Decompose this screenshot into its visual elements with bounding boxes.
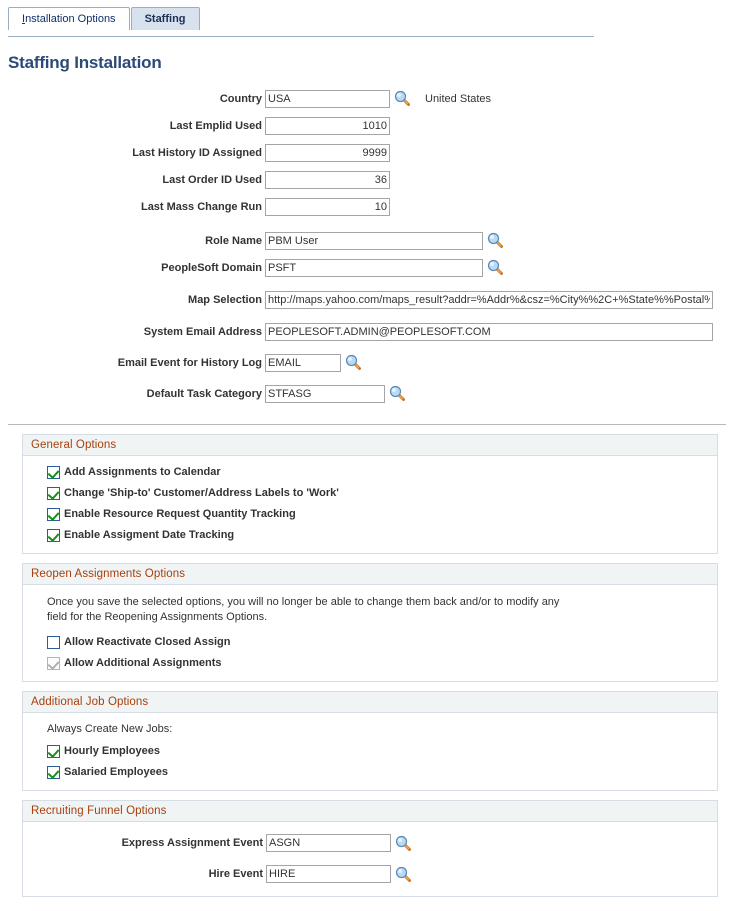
reopen-assignments-note: Once you save the selected options, you … [47,596,560,623]
default-task-category-input[interactable] [265,384,385,403]
country-input[interactable] [265,89,390,108]
checkbox-allow-reactivate-closed-assign[interactable] [47,635,60,649]
checkbox-label-enable-assigment-date-tracking: Enable Assigment Date Tracking [64,529,235,541]
field-label-hire-event: Hire Event [208,868,263,880]
lookup-magnifier-icon[interactable] [487,259,504,276]
field-row-peoplesoft-domain: PeopleSoft Domain [0,254,734,281]
checkbox-label-hourly-employees: Hourly Employees [64,745,160,757]
field-row-role-name: Role Name [0,227,734,254]
checkbox-row-allow-reactivate-closed-assign[interactable]: Allow Reactivate Closed Assign [47,634,717,650]
group-body-reopen-assignments-options: Once you save the selected options, you … [23,585,717,681]
checkbox-label-enable-resource-request-quantity-tracking: Enable Resource Request Quantity Trackin… [64,508,296,520]
field-label-country: Country [219,92,262,105]
page-title: Staffing Installation [8,53,162,72]
checkbox-enable-resource-request-quantity-tracking[interactable] [47,507,60,521]
field-row-last-emplid-used: Last Emplid Used [0,112,734,139]
tab-installation-options[interactable]: Installation Options [8,7,130,30]
field-row-hire-event: Hire Event [23,861,717,887]
field-label-peoplesoft-domain: PeopleSoft Domain [161,261,262,274]
group-header-reopen-assignments-options: Reopen Assignments Options [23,564,717,585]
map-selection-input[interactable] [265,290,713,309]
field-row-system-email-address: System Email Address [0,318,734,345]
tab-bar-rule [8,36,594,37]
field-label-system-email-address: System Email Address [143,325,262,338]
group-body-additional-job-options: Always Create New Jobs: Hourly Employees… [23,713,717,790]
field-label-map-selection: Map Selection [188,293,262,306]
main-field-list: Country United States Last Emplid Used L… [0,85,734,407]
checkbox-label-salaried-employees: Salaried Employees [64,766,168,778]
field-label-last-mass-change-run: Last Mass Change Run [140,200,262,213]
checkbox-label-change-ship-to-labels: Change 'Ship-to' Customer/Address Labels… [64,487,339,499]
tab-label-staffing: Staffing [144,13,186,25]
checkbox-row-enable-resource-request-quantity-tracking[interactable]: Enable Resource Request Quantity Trackin… [47,506,717,522]
field-row-last-order-id-used: Last Order ID Used [0,166,734,193]
field-row-country: Country United States [0,85,734,112]
field-row-last-history-id-assigned: Last History ID Assigned [0,139,734,166]
group-additional-job-options: Additional Job Options Always Create New… [22,691,718,791]
group-recruiting-funnel-options: Recruiting Funnel Options Express Assign… [22,800,718,897]
lookup-magnifier-icon[interactable] [394,90,411,107]
role-name-input[interactable] [265,231,483,250]
checkbox-row-add-assignments-to-calendar[interactable]: Add Assignments to Calendar [47,464,717,480]
last-history-id-assigned-input[interactable] [265,143,390,162]
country-description: United States [425,92,492,105]
tab-label-installation-options: nstallation Options [25,13,116,25]
checkbox-enable-assigment-date-tracking[interactable] [47,528,60,542]
checkbox-row-allow-additional-assignments: Allow Additional Assignments [47,655,717,671]
section-divider [8,424,726,425]
checkbox-label-allow-additional-assignments: Allow Additional Assignments [64,657,222,669]
field-label-role-name: Role Name [205,234,262,247]
group-header-additional-job-options: Additional Job Options [23,692,717,713]
field-row-map-selection: Map Selection [0,286,734,313]
field-row-default-task-category: Default Task Category [0,380,734,407]
checkbox-salaried-employees[interactable] [47,765,60,779]
group-header-general-options: General Options [23,435,717,456]
hire-event-input[interactable] [266,865,391,883]
checkbox-row-salaried-employees[interactable]: Salaried Employees [47,764,717,780]
checkbox-label-add-assignments-to-calendar: Add Assignments to Calendar [64,466,221,478]
checkbox-add-assignments-to-calendar[interactable] [47,465,60,479]
checkbox-row-change-ship-to-labels[interactable]: Change 'Ship-to' Customer/Address Labels… [47,485,717,501]
field-row-express-assignment-event: Express Assignment Event [23,830,717,856]
lookup-magnifier-icon[interactable] [389,385,406,402]
field-label-last-history-id-assigned: Last History ID Assigned [132,146,262,159]
lookup-magnifier-icon[interactable] [487,232,504,249]
group-reopen-assignments-options: Reopen Assignments Options Once you save… [22,563,718,682]
checkbox-allow-additional-assignments [47,656,60,670]
lookup-magnifier-icon[interactable] [345,354,362,371]
group-general-options: General Options Add Assignments to Calen… [22,434,718,554]
lookup-magnifier-icon[interactable] [395,835,412,852]
field-label-last-order-id-used: Last Order ID Used [162,173,262,186]
tab-bar: Installation Options Staffing [0,7,734,37]
group-header-recruiting-funnel-options: Recruiting Funnel Options [23,801,717,822]
peoplesoft-domain-input[interactable] [265,258,483,277]
field-label-express-assignment-event: Express Assignment Event [121,837,263,849]
field-label-last-emplid-used: Last Emplid Used [169,119,262,132]
lookup-magnifier-icon[interactable] [395,866,412,883]
always-create-new-jobs-label: Always Create New Jobs: [47,723,173,735]
last-emplid-used-input[interactable] [265,116,390,135]
checkbox-label-allow-reactivate-closed-assign: Allow Reactivate Closed Assign [64,636,231,648]
express-assignment-event-input[interactable] [266,834,391,852]
checkbox-row-enable-assigment-date-tracking[interactable]: Enable Assigment Date Tracking [47,527,717,543]
field-label-default-task-category: Default Task Category [146,387,262,400]
email-event-for-history-log-input[interactable] [265,353,341,372]
last-order-id-used-input[interactable] [265,170,390,189]
group-body-general-options: Add Assignments to Calendar Change 'Ship… [23,456,717,553]
group-body-recruiting-funnel-options: Express Assignment Event Hire Event [23,822,717,896]
last-mass-change-run-input[interactable] [265,197,390,216]
field-row-last-mass-change-run: Last Mass Change Run [0,193,734,220]
checkbox-row-hourly-employees[interactable]: Hourly Employees [47,743,717,759]
checkbox-hourly-employees[interactable] [47,744,60,758]
system-email-address-input[interactable] [265,322,713,341]
tab-staffing[interactable]: Staffing [130,7,200,30]
field-row-email-event-for-history-log: Email Event for History Log [0,349,734,376]
checkbox-change-ship-to-labels[interactable] [47,486,60,500]
field-label-email-event-for-history-log: Email Event for History Log [117,356,262,369]
